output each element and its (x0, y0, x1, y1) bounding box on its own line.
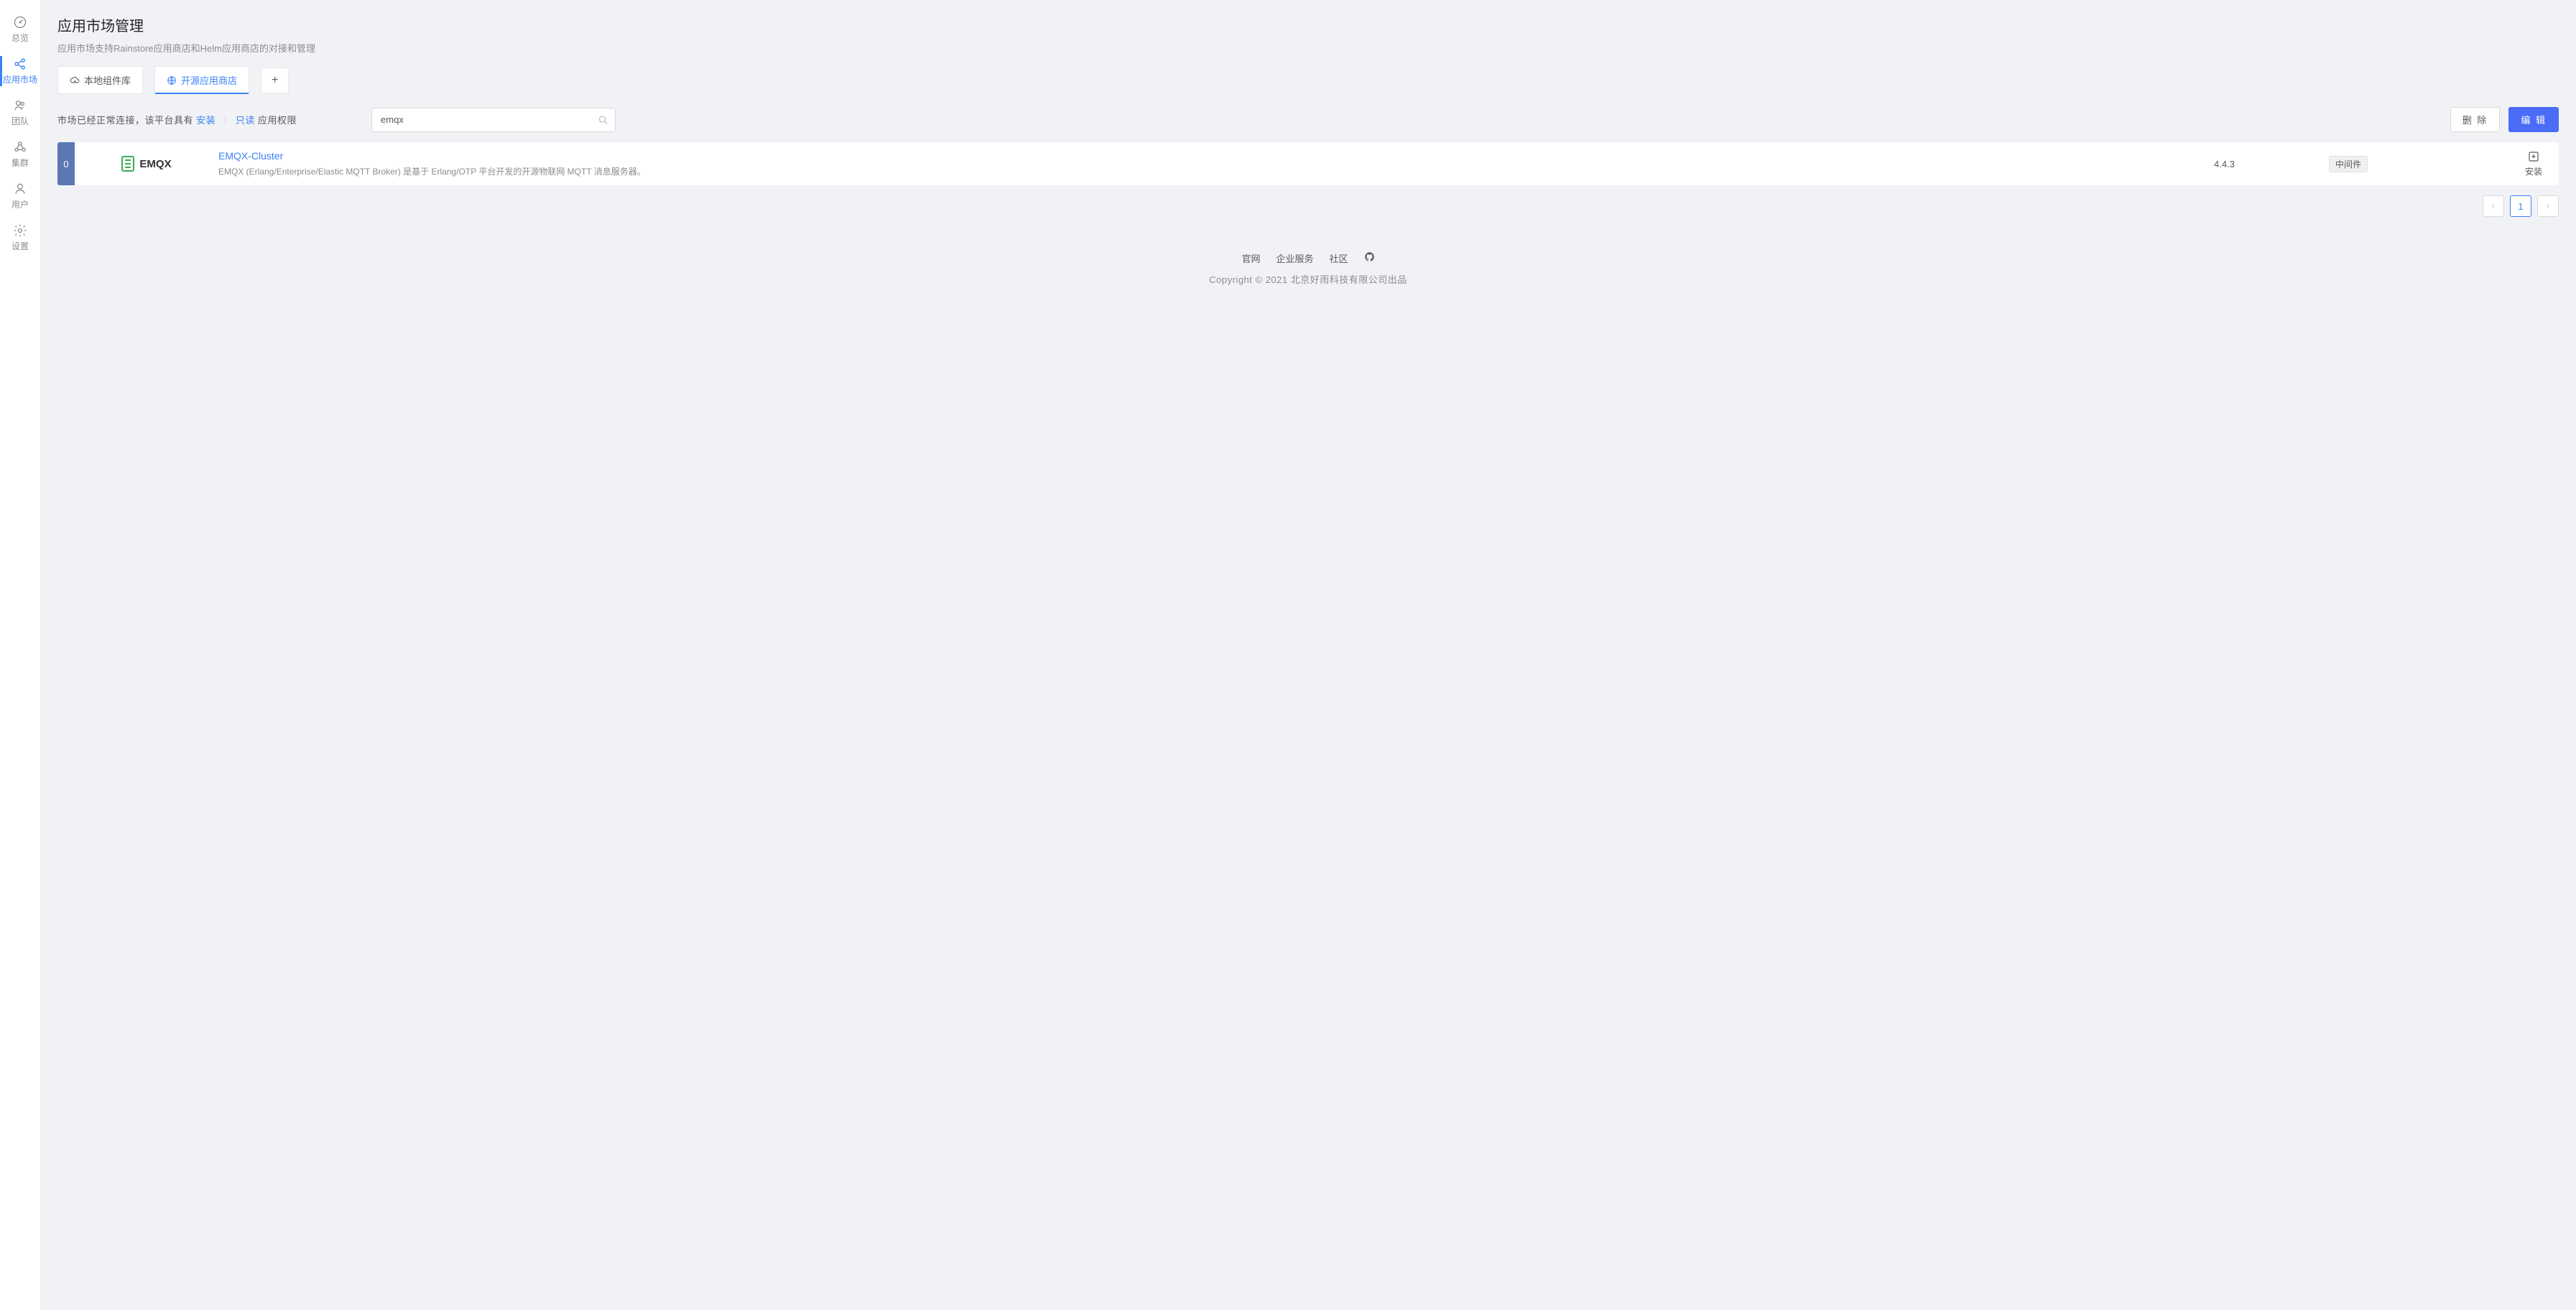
row-index: 0 (57, 142, 75, 185)
footer-link-enterprise[interactable]: 企业服务 (1276, 251, 1313, 265)
install-button[interactable]: 安装 (2508, 150, 2559, 177)
control-row: 市场已经正常连接，该平台具有 安装 ｜ 只读 应用权限 删 除 编 辑 (40, 94, 2576, 142)
chevron-left-icon (2490, 203, 2497, 210)
dashboard-icon (13, 15, 27, 29)
user-icon (13, 182, 27, 196)
copyright-text: Copyright © 2021 北京好雨科技有限公司出品 (40, 272, 2576, 286)
delete-button[interactable]: 删 除 (2450, 107, 2501, 132)
page-title: 应用市场管理 (57, 14, 2559, 35)
sidebar-item-settings[interactable]: 设置 (0, 217, 40, 259)
list-item[interactable]: 0 EMQX EMQX-Cluster EMQX (Erlang/Enterpr… (57, 142, 2559, 185)
sidebar-item-team[interactable]: 团队 (0, 92, 40, 134)
permission-readonly-link[interactable]: 只读 (236, 115, 255, 126)
sidebar-item-market[interactable]: 应用市场 (0, 50, 40, 92)
main-content: 应用市场管理 应用市场支持Rainstore应用商店和Helm应用商店的对接和管… (40, 0, 2576, 1310)
pagination-page-1[interactable]: 1 (2510, 195, 2531, 217)
footer-link-github[interactable] (1364, 251, 1375, 265)
search-icon[interactable] (598, 114, 608, 125)
app-logo: EMQX (75, 156, 218, 172)
edit-button[interactable]: 编 辑 (2508, 107, 2559, 132)
app-list: 0 EMQX EMQX-Cluster EMQX (Erlang/Enterpr… (40, 142, 2576, 185)
tab-open-store[interactable]: 开源应用商店 (154, 66, 249, 94)
app-title-link[interactable]: EMQX-Cluster (218, 150, 2214, 162)
footer-link-official[interactable]: 官网 (1241, 251, 1260, 265)
page-header: 应用市场管理 应用市场支持Rainstore应用商店和Helm应用商店的对接和管… (40, 0, 2576, 66)
sidebar-item-user[interactable]: 用户 (0, 175, 40, 217)
app-version: 4.4.3 (2214, 159, 2329, 169)
emqx-icon (121, 156, 134, 172)
tab-local-components[interactable]: 本地组件库 (57, 66, 143, 94)
tab-label: 开源应用商店 (181, 73, 237, 87)
sidebar-item-cluster[interactable]: 集群 (0, 134, 40, 175)
sidebar-item-label: 总览 (11, 32, 29, 44)
cloud-icon (70, 75, 80, 85)
share-icon (13, 57, 27, 71)
footer-link-community[interactable]: 社区 (1330, 251, 1348, 265)
pagination: 1 (40, 185, 2576, 227)
gear-icon (13, 223, 27, 238)
page-footer: 官网 企业服务 社区 Copyright © 2021 北京好雨科技有限公司出品 (40, 227, 2576, 310)
store-icon (167, 75, 177, 85)
app-logo-text: EMQX (139, 158, 171, 170)
install-label: 安装 (2525, 165, 2542, 177)
page-description: 应用市场支持Rainstore应用商店和Helm应用商店的对接和管理 (57, 41, 2559, 55)
sidebar-item-overview[interactable]: 总览 (0, 9, 40, 50)
plus-icon: + (272, 74, 278, 87)
pagination-next-button[interactable] (2537, 195, 2559, 217)
permission-install-link[interactable]: 安装 (196, 115, 216, 126)
search-input[interactable] (371, 108, 616, 132)
github-icon (1364, 251, 1375, 262)
sidebar-item-label: 集群 (11, 157, 29, 169)
tab-label: 本地组件库 (84, 73, 131, 87)
sidebar-item-label: 应用市场 (3, 73, 37, 85)
search-box (371, 108, 616, 132)
sidebar-item-label: 团队 (11, 115, 29, 127)
tabs-row: 本地组件库 开源应用商店 + (40, 66, 2576, 94)
app-category-tag: 中间件 (2329, 156, 2368, 172)
market-status-text: 市场已经正常连接，该平台具有 安装 ｜ 只读 应用权限 (57, 113, 297, 126)
pagination-prev-button[interactable] (2483, 195, 2504, 217)
team-icon (13, 98, 27, 113)
sidebar: 总览 应用市场 团队 集群 用户 (0, 0, 40, 1310)
app-description: EMQX (Erlang/Enterprise/Elastic MQTT Bro… (218, 165, 2214, 177)
chevron-right-icon (2544, 203, 2552, 210)
sidebar-item-label: 设置 (11, 240, 29, 252)
tab-add-button[interactable]: + (261, 68, 289, 93)
download-icon (2527, 150, 2540, 163)
cluster-icon (13, 140, 27, 154)
sidebar-item-label: 用户 (11, 198, 29, 210)
